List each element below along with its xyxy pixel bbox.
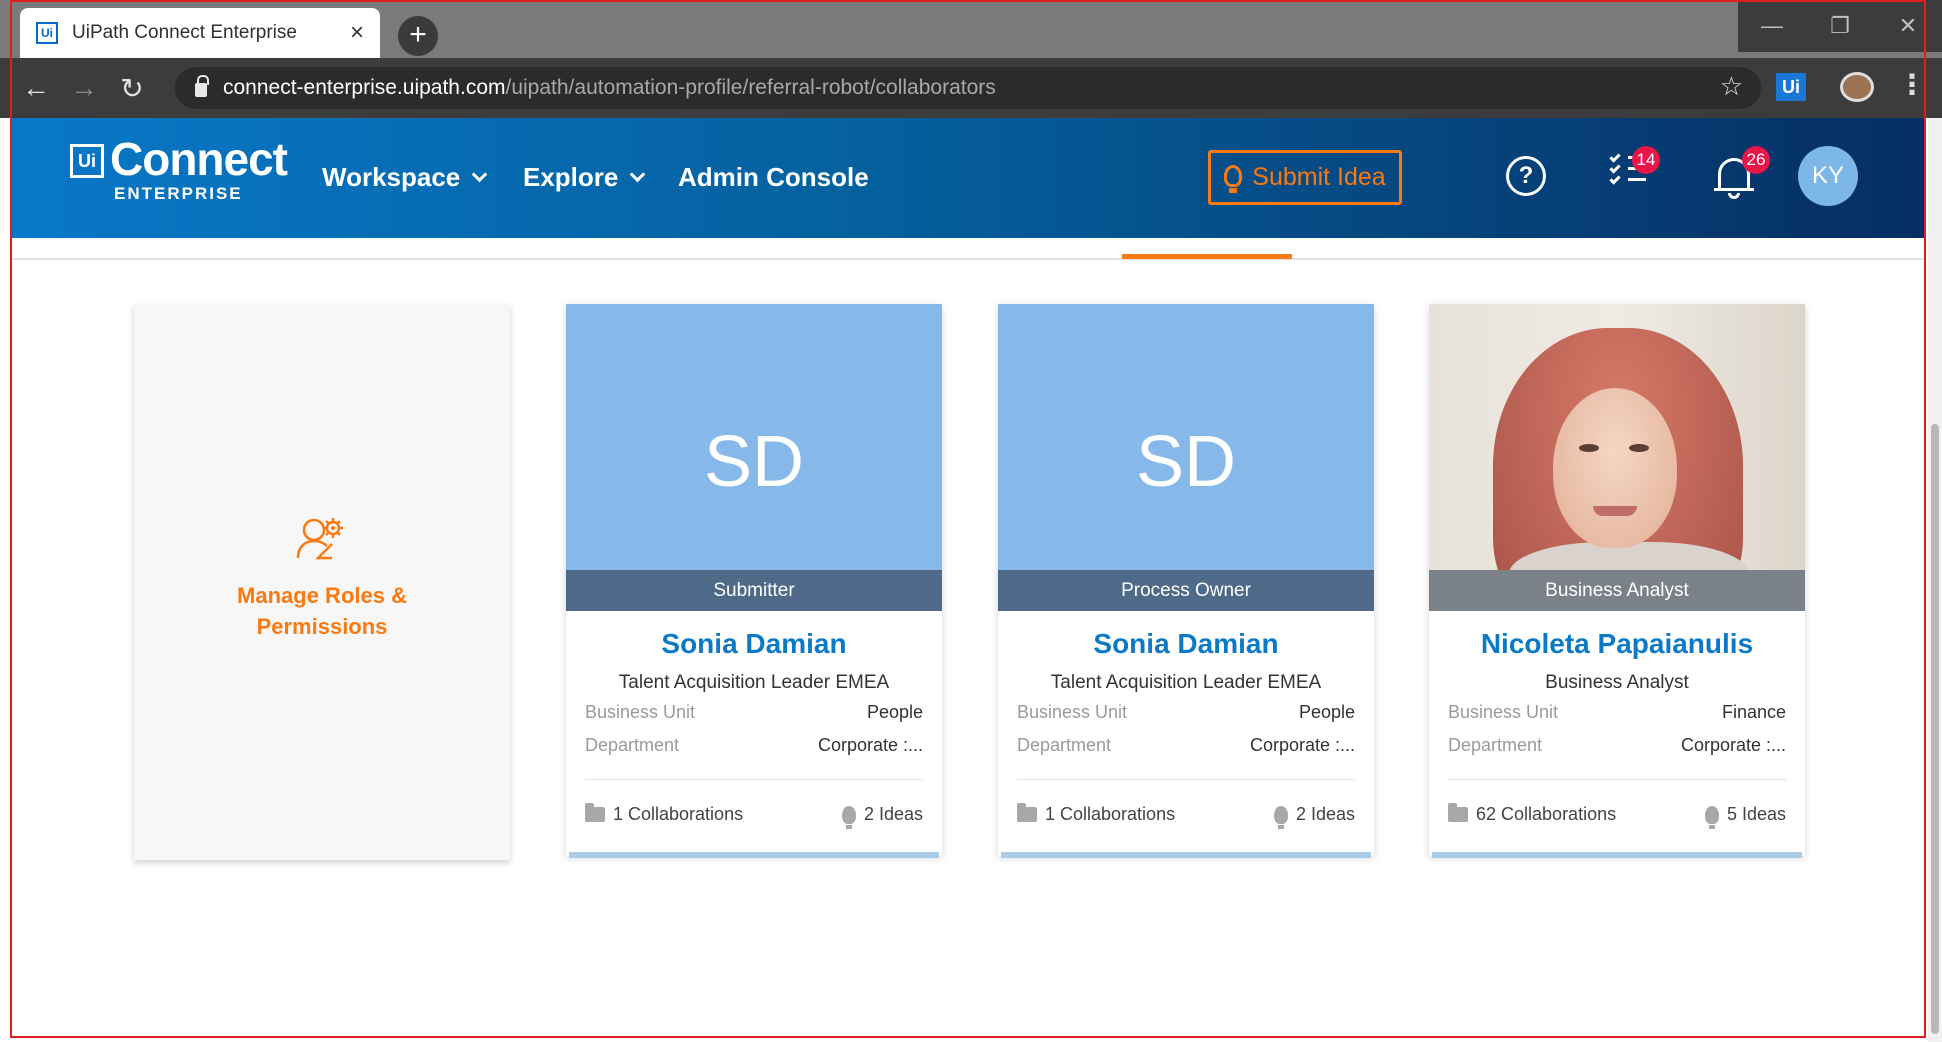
business-unit-row: Business Unit People bbox=[585, 702, 923, 722]
folder-icon bbox=[1448, 803, 1468, 822]
tasks-icon[interactable]: 14 bbox=[1609, 146, 1660, 198]
manage-roles-card[interactable]: Manage Roles & Permissions bbox=[134, 304, 510, 860]
browser-tabstrip: Ui UiPath Connect Enterprise × + — ❐ ✕ bbox=[0, 0, 1942, 58]
job-title: Talent Acquisition Leader EMEA bbox=[1050, 672, 1322, 693]
subnav-active-indicator bbox=[1122, 254, 1292, 259]
ideas-count: 2 Ideas bbox=[1273, 804, 1355, 829]
browser-menu-icon[interactable]: ⋮ bbox=[1898, 68, 1926, 101]
department-row: Department Corporate :... bbox=[1448, 735, 1786, 755]
department-row: Department Corporate :... bbox=[585, 735, 923, 755]
user-avatar[interactable]: KY bbox=[1798, 146, 1858, 206]
chevron-down-icon bbox=[471, 166, 488, 183]
bookmark-star-icon[interactable]: ☆ bbox=[1720, 71, 1743, 102]
lightbulb-icon bbox=[841, 805, 856, 829]
app-header: Ui Connect ENTERPRISE Workspace Explore … bbox=[10, 118, 1926, 238]
avatar-placeholder: SD bbox=[998, 304, 1374, 570]
collaborator-name[interactable]: Sonia Damian bbox=[566, 628, 942, 660]
help-icon[interactable]: ? bbox=[1506, 156, 1546, 196]
business-unit-row: Business Unit Finance bbox=[1448, 702, 1786, 722]
collaborator-card[interactable]: Business Analyst Nicoleta Papaianulis Bu… bbox=[1429, 304, 1805, 858]
scrollbar-thumb[interactable] bbox=[1931, 424, 1939, 1034]
job-title: Business Analyst bbox=[1545, 672, 1689, 693]
card-divider bbox=[585, 779, 923, 780]
role-label: Process Owner bbox=[998, 570, 1374, 611]
uipath-logo-mark: Ui bbox=[70, 144, 104, 178]
browser-toolbar: ← → ↻ connect-enterprise.uipath.com/uipa… bbox=[0, 58, 1942, 118]
forward-icon[interactable]: → bbox=[60, 64, 108, 112]
tasks-badge: 14 bbox=[1632, 146, 1660, 174]
notifications-bell-icon[interactable]: 26 bbox=[1714, 146, 1770, 200]
lightbulb-icon bbox=[1224, 164, 1243, 193]
logo-subtitle: ENTERPRISE bbox=[114, 184, 243, 203]
back-icon[interactable]: ← bbox=[12, 64, 60, 112]
browser-tab[interactable]: Ui UiPath Connect Enterprise × bbox=[20, 8, 380, 58]
chevron-down-icon bbox=[630, 166, 646, 183]
card-stats: 62 Collaborations 5 Ideas bbox=[1448, 803, 1786, 829]
avatar-placeholder: SD bbox=[566, 304, 942, 570]
notifications-badge: 26 bbox=[1742, 146, 1770, 174]
card-stats: 1 Collaborations 2 Ideas bbox=[1017, 803, 1355, 829]
reload-icon[interactable]: ↻ bbox=[108, 64, 156, 112]
role-label: Business Analyst bbox=[1429, 570, 1805, 611]
ideas-count: 5 Ideas bbox=[1704, 804, 1786, 829]
submit-idea-button[interactable]: Submit Idea bbox=[1208, 150, 1402, 205]
role-label: Submitter bbox=[566, 570, 942, 611]
collaborations-count: 1 Collaborations bbox=[1017, 803, 1175, 825]
new-tab-button[interactable]: + bbox=[398, 16, 438, 56]
nav-explore[interactable]: Explore bbox=[523, 162, 646, 193]
card-stats: 1 Collaborations 2 Ideas bbox=[585, 803, 923, 829]
collaborations-count: 62 Collaborations bbox=[1448, 803, 1616, 825]
uipath-extension-icon[interactable]: Ui bbox=[1776, 73, 1806, 101]
collaborations-count: 1 Collaborations bbox=[585, 803, 743, 825]
card-bottom-accent bbox=[569, 852, 939, 858]
address-bar[interactable]: connect-enterprise.uipath.com/uipath/aut… bbox=[175, 67, 1761, 109]
restore-icon[interactable]: ❐ bbox=[1806, 0, 1874, 52]
tab-title: UiPath Connect Enterprise bbox=[72, 22, 297, 43]
folder-icon bbox=[1017, 803, 1037, 822]
avatar-initials: SD bbox=[703, 422, 805, 502]
lightbulb-icon bbox=[1704, 805, 1719, 829]
close-tab-icon[interactable]: × bbox=[350, 19, 364, 47]
collaborator-name[interactable]: Nicoleta Papaianulis bbox=[1429, 628, 1805, 660]
nav-admin-console[interactable]: Admin Console bbox=[678, 162, 869, 193]
card-bottom-accent bbox=[1001, 852, 1371, 858]
subnav-divider bbox=[10, 258, 1926, 260]
lock-icon bbox=[195, 75, 209, 97]
card-divider bbox=[1017, 779, 1355, 780]
user-gear-icon bbox=[296, 518, 343, 560]
manage-roles-label: Manage Roles & Permissions bbox=[237, 583, 407, 639]
department-row: Department Corporate :... bbox=[1017, 735, 1355, 755]
logo-text: Connect bbox=[110, 133, 288, 185]
job-title: Talent Acquisition Leader EMEA bbox=[618, 672, 890, 693]
collaborator-card[interactable]: SD Process Owner Sonia Damian Talent Acq… bbox=[998, 304, 1374, 858]
close-window-icon[interactable]: ✕ bbox=[1874, 0, 1942, 52]
url-text: connect-enterprise.uipath.com/uipath/aut… bbox=[223, 76, 996, 99]
window-controls: — ❐ ✕ bbox=[1738, 0, 1942, 52]
folder-icon bbox=[585, 803, 605, 822]
uipath-favicon-icon: Ui bbox=[36, 22, 58, 44]
page-scrollbar[interactable] bbox=[1928, 118, 1942, 1042]
business-unit-row: Business Unit People bbox=[1017, 702, 1355, 722]
nav-workspace[interactable]: Workspace bbox=[322, 162, 488, 193]
profile-photo bbox=[1429, 304, 1805, 570]
collaborator-name[interactable]: Sonia Damian bbox=[998, 628, 1374, 660]
lightbulb-icon bbox=[1273, 805, 1288, 829]
card-divider bbox=[1448, 779, 1786, 780]
browser-profile-avatar[interactable] bbox=[1840, 72, 1874, 102]
card-bottom-accent bbox=[1432, 852, 1802, 858]
ideas-count: 2 Ideas bbox=[841, 804, 923, 829]
avatar-initials: SD bbox=[1135, 422, 1237, 502]
minimize-icon[interactable]: — bbox=[1738, 0, 1806, 52]
collaborator-card[interactable]: SD Submitter Sonia Damian Talent Acquisi… bbox=[566, 304, 942, 858]
